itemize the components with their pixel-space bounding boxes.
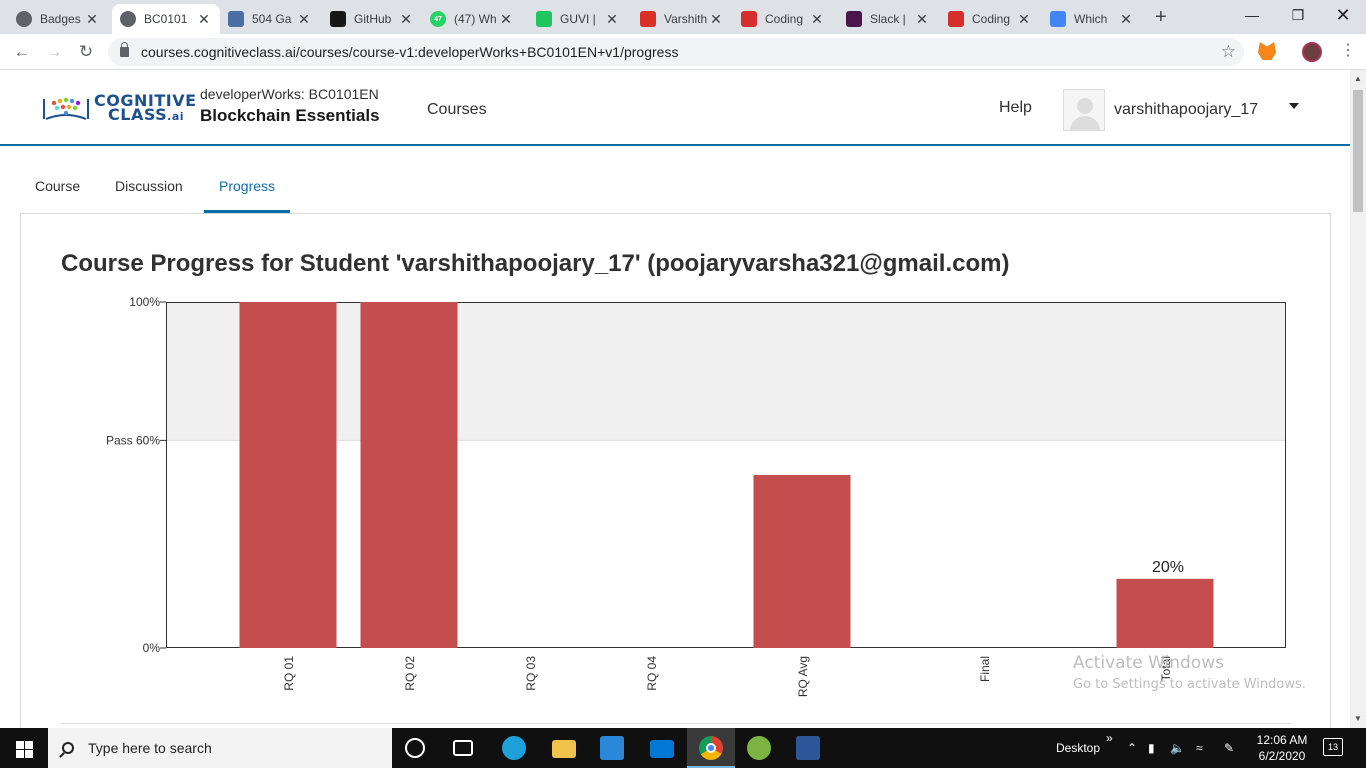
- mail-icon[interactable]: [650, 740, 674, 758]
- battery-icon[interactable]: ▮: [1148, 728, 1155, 768]
- x-tick-label: Final: [978, 656, 992, 682]
- windows-taskbar: Type here to search Desktop » ⌃ ▮ 🔈 ≈ ✎ …: [0, 728, 1366, 768]
- windows-start-icon[interactable]: [0, 728, 48, 768]
- chevron-up-icon[interactable]: ⌃: [1127, 728, 1137, 768]
- scroll-down-icon[interactable]: ▼: [1354, 714, 1362, 723]
- y-tick-label: 100%: [129, 295, 160, 309]
- wifi-icon[interactable]: ≈: [1196, 728, 1203, 768]
- activation-watermark: Activate Windows Go to Settings to activ…: [1073, 653, 1306, 692]
- scrollbar-thumb[interactable]: [1353, 90, 1363, 212]
- bar-value-label: 20%: [1152, 559, 1184, 576]
- scroll-up-icon[interactable]: ▲: [1354, 74, 1362, 83]
- bar: [360, 302, 458, 648]
- x-tick-label: RQ Avg: [796, 656, 810, 697]
- y-tick-label: Pass 60%: [106, 433, 160, 447]
- bar: [1116, 578, 1214, 648]
- watermark-line-1: Activate Windows: [1073, 653, 1224, 673]
- android-studio-icon[interactable]: [747, 736, 771, 760]
- clock-time: 12:06 AM: [1256, 733, 1308, 747]
- bar: [753, 475, 851, 648]
- pen-icon[interactable]: ✎: [1224, 728, 1234, 768]
- page-scrollbar[interactable]: ▲ ▼: [1350, 70, 1366, 728]
- task-view-icon[interactable]: [453, 740, 473, 756]
- search-icon: [62, 742, 74, 754]
- x-tick-label: RQ 01: [282, 656, 296, 691]
- watermark-line-2: Go to Settings to activate Windows.: [1073, 677, 1306, 692]
- chevron-right-icon[interactable]: »: [1106, 718, 1113, 758]
- bar: [239, 302, 337, 648]
- search-placeholder: Type here to search: [88, 740, 212, 756]
- x-tick-label: RQ 04: [645, 656, 659, 691]
- word-icon[interactable]: [796, 736, 820, 760]
- cortana-icon[interactable]: [405, 738, 425, 758]
- system-clock[interactable]: 12:06 AM 6/2/2020: [1252, 732, 1312, 764]
- edge-icon[interactable]: [502, 736, 526, 760]
- notification-center-icon[interactable]: 13: [1323, 738, 1343, 756]
- x-tick-label: RQ 03: [524, 656, 538, 691]
- store-icon[interactable]: [600, 736, 624, 760]
- chrome-taskbar-button[interactable]: [687, 728, 735, 768]
- progress-chart: 0% Pass 60% 100% RQ 01 RQ 02 RQ 03 RQ 04 RQ Avg…: [106, 295, 1286, 697]
- clock-date: 6/2/2020: [1258, 749, 1306, 763]
- y-tick-label: 0%: [143, 641, 161, 655]
- taskbar-search[interactable]: Type here to search: [48, 728, 392, 768]
- desktop-toolbar[interactable]: Desktop: [1056, 728, 1100, 768]
- volume-icon[interactable]: 🔈: [1170, 728, 1185, 768]
- file-explorer-icon[interactable]: [552, 740, 576, 758]
- x-tick-label: RQ 02: [403, 656, 417, 691]
